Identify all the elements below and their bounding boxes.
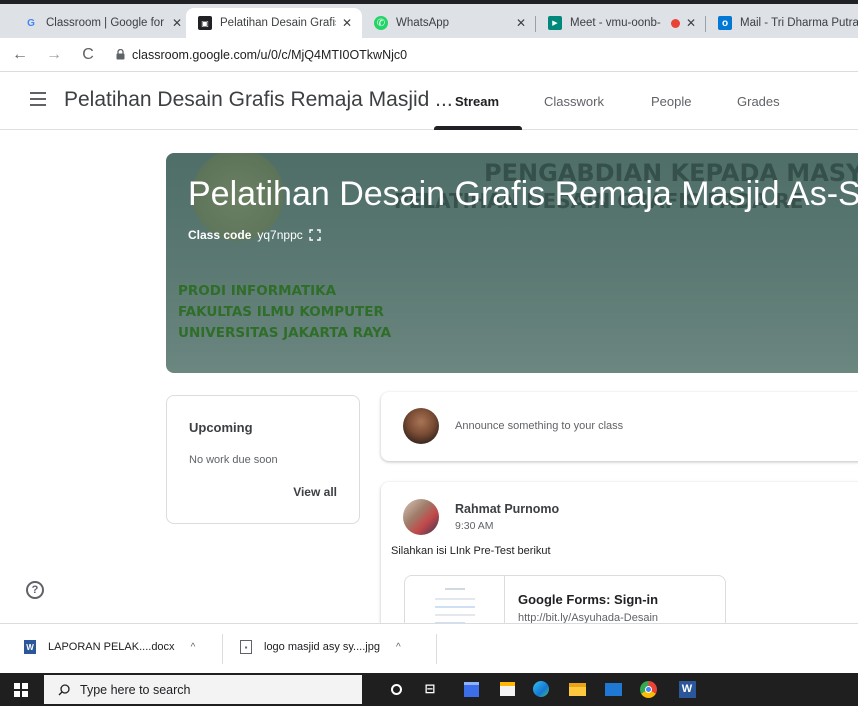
tab-people[interactable]: People <box>651 94 691 109</box>
close-tab-icon[interactable]: ✕ <box>172 16 182 30</box>
banner-class-title: Pelatihan Desain Grafis Remaja Masjid As… <box>188 175 858 213</box>
store-icon[interactable] <box>496 678 518 700</box>
image-file-icon: ▪ <box>240 640 252 654</box>
download-separator <box>222 634 223 664</box>
chrome-icon[interactable] <box>637 678 659 700</box>
tab-classroom[interactable]: G Classroom | Google for ✕ <box>12 8 192 38</box>
browser-tab-strip: G Classroom | Google for ✕ ▣ Pelatihan D… <box>0 0 858 38</box>
tab-stream[interactable]: Stream <box>455 94 499 109</box>
download-filename: LAPORAN PELAK....docx <box>48 641 175 653</box>
tab-title: Mail - Tri Dharma Putra <box>740 17 858 29</box>
downloads-bar: W LAPORAN PELAK....docx ^ ▪ logo masjid … <box>0 623 858 673</box>
classroom-favicon-icon: ▣ <box>198 16 212 30</box>
post-time: 9:30 AM <box>455 520 494 532</box>
forward-arrow-icon[interactable]: → <box>44 45 64 65</box>
view-all-link[interactable]: View all <box>293 485 337 499</box>
main-menu-icon[interactable] <box>30 92 46 106</box>
tab-title: Meet - vmu-oonb- <box>570 17 661 29</box>
taskbar-search-placeholder: Type here to search <box>80 682 191 697</box>
mail-icon[interactable] <box>602 678 624 700</box>
back-arrow-icon[interactable]: ← <box>10 45 30 65</box>
download-separator <box>436 634 437 664</box>
announce-placeholder[interactable]: Announce something to your class <box>455 420 623 432</box>
stream-post: Rahmat Purnomo 9:30 AM Silahkan isi LInk… <box>381 482 858 645</box>
taskbar-search[interactable]: Type here to search <box>44 675 362 704</box>
lock-icon <box>116 49 125 60</box>
announce-box[interactable]: Announce something to your class <box>381 392 858 461</box>
tab-meet[interactable]: ▶ Meet - vmu-oonb- ✕ <box>536 8 706 38</box>
download-item-jpg[interactable]: ▪ logo masjid asy sy....jpg ^ <box>240 640 401 654</box>
attachment-title[interactable]: Google Forms: Sign-in <box>518 592 658 607</box>
chevron-up-icon[interactable]: ^ <box>396 642 401 653</box>
tab-title: Classroom | Google for <box>46 17 165 29</box>
tab-title: Pelatihan Desain Grafis <box>220 17 336 29</box>
edge-icon[interactable] <box>530 678 552 700</box>
windows-taskbar: Type here to search ⊟ W <box>0 673 858 706</box>
post-author: Rahmat Purnomo <box>455 502 560 516</box>
cortana-icon[interactable] <box>385 678 407 700</box>
class-title[interactable]: Pelatihan Desain Grafis Remaja Masjid ..… <box>64 88 453 112</box>
tab-title: WhatsApp <box>396 17 450 29</box>
upcoming-subtitle: No work due soon <box>189 454 278 466</box>
banner-university-line: UNIVERSITAS JAKARTA RAYA <box>178 325 392 341</box>
class-code: Class code yq7nppc <box>188 228 321 242</box>
close-tab-icon[interactable]: ✕ <box>342 16 352 30</box>
task-view-icon[interactable]: ⊟ <box>419 678 441 700</box>
word-icon[interactable]: W <box>676 678 698 700</box>
banner-prodi-line: PRODI INFORMATIKA <box>178 283 337 299</box>
word-file-icon: W <box>24 640 36 654</box>
class-code-label: Class code <box>188 228 252 242</box>
close-tab-icon[interactable]: ✕ <box>686 16 696 30</box>
tab-mail[interactable]: o Mail - Tri Dharma Putra <box>706 8 858 38</box>
file-explorer-icon[interactable] <box>566 678 588 700</box>
close-tab-icon[interactable]: ✕ <box>516 16 526 30</box>
active-tab-indicator <box>434 126 522 130</box>
upcoming-card: Upcoming No work due soon View all <box>166 395 360 524</box>
post-body: Silahkan isi LInk Pre-Test berikut <box>391 545 551 557</box>
fullscreen-icon[interactable] <box>309 229 321 241</box>
url-field[interactable]: classroom.google.com/u/0/c/MjQ4MTI0OTkwN… <box>132 48 407 62</box>
class-code-value: yq7nppc <box>257 228 303 242</box>
search-icon <box>58 683 70 695</box>
windows-start-icon[interactable] <box>14 683 28 697</box>
whatsapp-favicon-icon: ✆ <box>374 16 388 30</box>
banner-faculty-line: FAKULTAS ILMU KOMPUTER <box>178 304 384 320</box>
recording-icon <box>670 18 680 28</box>
author-avatar <box>403 499 439 535</box>
tab-grades[interactable]: Grades <box>737 94 780 109</box>
class-banner: PENGABDIAN KEPADA MASY PELATIHAN DESAIN … <box>166 153 858 373</box>
upcoming-title: Upcoming <box>189 420 253 435</box>
reload-icon[interactable]: C <box>78 45 98 65</box>
address-bar: ← → C classroom.google.com/u/0/c/MjQ4MTI… <box>0 38 858 72</box>
download-item-docx[interactable]: W LAPORAN PELAK....docx ^ <box>24 640 195 654</box>
chevron-up-icon[interactable]: ^ <box>191 642 196 653</box>
google-favicon-icon: G <box>27 17 35 29</box>
meet-favicon-icon: ▶ <box>548 16 562 30</box>
help-icon[interactable]: ? <box>26 581 44 599</box>
tab-pelatihan[interactable]: ▣ Pelatihan Desain Grafis ✕ <box>186 8 362 38</box>
calendar-app-icon[interactable] <box>460 678 482 700</box>
download-filename: logo masjid asy sy....jpg <box>264 641 380 653</box>
tab-whatsapp[interactable]: ✆ WhatsApp ✕ <box>362 8 536 38</box>
user-avatar <box>403 408 439 444</box>
tab-classwork[interactable]: Classwork <box>544 94 604 109</box>
outlook-favicon-icon: o <box>718 16 732 30</box>
classroom-header: Pelatihan Desain Grafis Remaja Masjid ..… <box>0 72 858 130</box>
